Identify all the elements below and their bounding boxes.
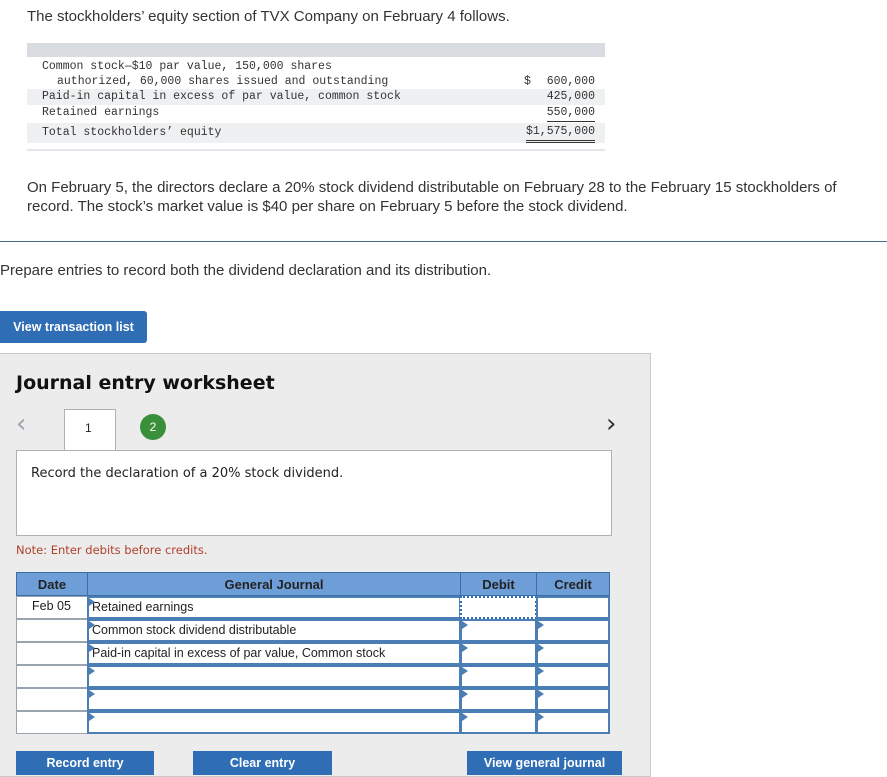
- credit-input[interactable]: [536, 665, 610, 688]
- chevron-left-icon[interactable]: ‹: [16, 410, 26, 438]
- equity-label: authorized, 60,000 shares issued and out…: [57, 75, 389, 88]
- dropdown-icon: [462, 667, 468, 675]
- date-cell[interactable]: Feb 05: [16, 596, 88, 619]
- credit-input[interactable]: [536, 642, 610, 665]
- record-entry-button[interactable]: Record entry: [16, 751, 154, 775]
- divider: [0, 241, 887, 242]
- dropdown-icon: [462, 644, 468, 652]
- account-select[interactable]: [87, 711, 461, 734]
- entry-description: Record the declaration of a 20% stock di…: [31, 466, 344, 481]
- note-text: Note: Enter debits before credits.: [16, 543, 208, 557]
- debit-input[interactable]: [460, 619, 537, 642]
- date-cell[interactable]: [16, 711, 88, 734]
- equity-table: Common stock—$10 par value, 150,000 shar…: [27, 43, 605, 151]
- dropdown-icon: [89, 667, 95, 675]
- equity-label: Retained earnings: [42, 106, 160, 119]
- debit-input[interactable]: [460, 642, 537, 665]
- account-select[interactable]: Common stock dividend distributable: [87, 619, 461, 642]
- dropdown-icon: [462, 713, 468, 721]
- problem-intro: The stockholders’ equity section of TVX …: [27, 8, 510, 25]
- debit-input[interactable]: [460, 688, 537, 711]
- equity-value: 550,000: [546, 105, 595, 122]
- view-transaction-list-button[interactable]: View transaction list: [0, 311, 147, 343]
- account-value: Retained earnings: [92, 600, 194, 614]
- column-header-debit: Debit: [460, 572, 537, 596]
- dropdown-icon: [538, 713, 544, 721]
- tab-1[interactable]: 1: [64, 409, 116, 452]
- equity-label: Common stock—$10 par value, 150,000 shar…: [42, 60, 332, 73]
- equity-table-footer: [27, 149, 605, 151]
- date-cell[interactable]: [16, 642, 88, 665]
- equity-label: Paid-in capital in excess of par value, …: [42, 90, 401, 103]
- equity-table-header: [27, 43, 605, 57]
- worksheet-title: Journal entry worksheet: [16, 372, 275, 394]
- dropdown-icon: [89, 713, 95, 721]
- equity-row: Retained earnings 550,000: [27, 105, 605, 122]
- dropdown-icon: [538, 621, 544, 629]
- column-header-credit: Credit: [536, 572, 610, 596]
- date-cell[interactable]: [16, 665, 88, 688]
- tab-2[interactable]: 2: [140, 414, 166, 440]
- equity-value: 600,000: [546, 75, 595, 88]
- dropdown-icon: [462, 690, 468, 698]
- date-value: Feb 05: [32, 599, 71, 613]
- debit-input[interactable]: [460, 665, 537, 688]
- account-select[interactable]: Paid-in capital in excess of par value, …: [87, 642, 461, 665]
- credit-input[interactable]: [536, 596, 610, 619]
- equity-label: Total stockholders’ equity: [42, 126, 222, 139]
- account-select[interactable]: [87, 688, 461, 711]
- equity-row: authorized, 60,000 shares issued and out…: [27, 74, 605, 90]
- account-select[interactable]: Retained earnings: [87, 596, 461, 619]
- debit-input[interactable]: [460, 596, 537, 619]
- account-value: Paid-in capital in excess of par value, …: [92, 646, 386, 660]
- equity-row: Paid-in capital in excess of par value, …: [27, 89, 605, 105]
- equity-value: 425,000: [546, 90, 595, 103]
- date-cell[interactable]: [16, 619, 88, 642]
- dropdown-icon: [538, 644, 544, 652]
- view-general-journal-button[interactable]: View general journal: [467, 751, 622, 775]
- date-cell[interactable]: [16, 688, 88, 711]
- column-header-date: Date: [16, 572, 88, 596]
- account-value: Common stock dividend distributable: [92, 623, 297, 637]
- tab-label: 1: [85, 421, 92, 435]
- dollar-sign: $: [524, 75, 531, 88]
- dropdown-icon: [538, 690, 544, 698]
- chevron-right-icon[interactable]: ›: [606, 410, 616, 438]
- problem-paragraph: On February 5, the directors declare a 2…: [27, 179, 837, 215]
- instruction: Prepare entries to record both the divid…: [0, 262, 492, 279]
- entry-description-box: Record the declaration of a 20% stock di…: [16, 450, 612, 536]
- account-select[interactable]: [87, 665, 461, 688]
- equity-row: Total stockholders’ equity $1,575,000: [27, 123, 605, 143]
- dropdown-icon: [89, 644, 95, 652]
- dropdown-icon: [89, 690, 95, 698]
- dropdown-icon: [462, 621, 468, 629]
- debit-input[interactable]: [460, 711, 537, 734]
- credit-input[interactable]: [536, 688, 610, 711]
- column-header-general-journal: General Journal: [87, 572, 461, 596]
- equity-row: Common stock—$10 par value, 150,000 shar…: [27, 59, 605, 75]
- dropdown-icon: [89, 621, 95, 629]
- equity-total: $1,575,000: [525, 124, 595, 143]
- dropdown-icon: [538, 667, 544, 675]
- dropdown-icon: [89, 598, 95, 606]
- credit-input[interactable]: [536, 619, 610, 642]
- credit-input[interactable]: [536, 711, 610, 734]
- clear-entry-button[interactable]: Clear entry: [193, 751, 332, 775]
